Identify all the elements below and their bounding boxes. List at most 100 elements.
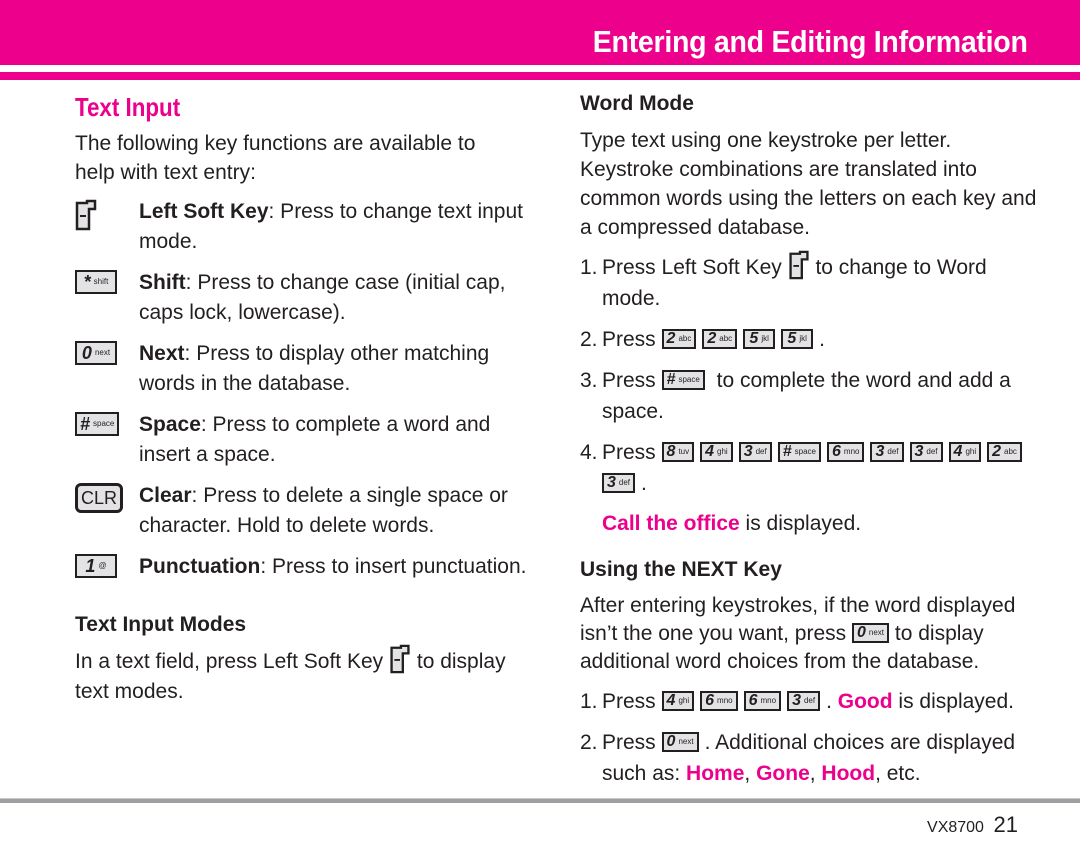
key-letters: jkl bbox=[761, 333, 769, 343]
key-row-shift: * shift Shift: Press to change case (init… bbox=[75, 268, 535, 328]
key-letters: def bbox=[887, 446, 899, 456]
page-number: 21 bbox=[993, 812, 1018, 837]
keypad-key-2-icon: 2 abc bbox=[661, 328, 697, 349]
key-digit: 5 bbox=[787, 329, 797, 347]
key-letters: ghi bbox=[678, 695, 690, 705]
key-letters: space bbox=[678, 374, 700, 384]
key-digit: 2 bbox=[707, 329, 717, 347]
key-digit: 3 bbox=[743, 442, 753, 460]
next-key-icon: 0 next bbox=[75, 341, 117, 365]
key-row-punctuation: 1 @ Punctuation: Press to insert punctuat… bbox=[75, 552, 535, 582]
keypad-key-pound-icon: # space bbox=[661, 369, 705, 390]
key-digit: 3 bbox=[875, 442, 885, 460]
keypad-key-3-icon: 3 def bbox=[870, 441, 904, 462]
subsection-title-text-input-modes: Text Input Modes bbox=[75, 613, 247, 636]
keypad-key-3-icon: 3 def bbox=[787, 690, 821, 711]
key-letters: ghi bbox=[965, 446, 977, 456]
key-digit: 3 bbox=[914, 442, 924, 460]
left-column: Text Input The following key functions a… bbox=[75, 88, 535, 706]
word-mode-steps: 1. Press Left Soft Key to change to Word… bbox=[580, 251, 1040, 499]
keypad-key-5-icon: 5 jkl bbox=[781, 328, 814, 349]
key-digit: 6 bbox=[705, 691, 715, 709]
key-row-space: # space Space: Press to complete a word a… bbox=[75, 410, 535, 470]
subsection-title-word-mode: Word Mode bbox=[580, 92, 694, 115]
step-1: 1. Press Left Soft Key to change to Word… bbox=[580, 251, 1040, 314]
key-letters: space bbox=[794, 446, 816, 456]
punctuation-key-icon: 1 @ bbox=[75, 554, 117, 578]
next-step-1: 1. Press 4 ghi 6 mno 6 mno 3 def. Good is displ… bbox=[580, 690, 1014, 714]
key-digit: 2 bbox=[992, 442, 1002, 460]
keypad-key-2-icon: 2 abc bbox=[702, 328, 738, 349]
keypad-key-4-icon: 4 ghi bbox=[700, 441, 733, 462]
key-letters: next bbox=[678, 736, 694, 746]
key-digit: 8 bbox=[666, 442, 676, 460]
key-digit: 4 bbox=[666, 691, 676, 709]
clear-key-icon: CLR bbox=[75, 483, 124, 513]
header-stripe bbox=[0, 72, 1080, 80]
key-digit: 3 bbox=[792, 691, 801, 709]
subsection-title-next-key: Using the NEXT Key bbox=[580, 558, 782, 582]
keypad-key-pound-icon: # space bbox=[777, 441, 821, 462]
key-digit: 4 bbox=[705, 442, 715, 460]
key-digit: 5 bbox=[749, 329, 759, 347]
key-letters: def bbox=[755, 446, 767, 456]
key-digit: 6 bbox=[832, 442, 841, 460]
text-input-modes-text: In a text field, press Left Soft Key to … bbox=[75, 645, 535, 706]
keypad-key-6-icon: 6 mno bbox=[700, 690, 738, 711]
keypad-key-2-icon: 2 abc bbox=[987, 441, 1022, 462]
keypad-key-5-icon: 5 jkl bbox=[743, 328, 776, 349]
key-row-left-soft-key: Left Soft Key: Press to change text inpu… bbox=[75, 197, 535, 257]
key-letters: def bbox=[803, 695, 816, 705]
keypad-key-3-icon: 3 def bbox=[909, 441, 943, 462]
key-letters: def bbox=[618, 477, 631, 487]
key-letters: mno bbox=[717, 695, 733, 705]
model-name: VX8700 bbox=[927, 819, 984, 836]
key-letters: def bbox=[926, 446, 938, 456]
header-band: Entering and Editing Information bbox=[0, 0, 1080, 65]
keypad-key-8-icon: 8 tuv bbox=[661, 441, 695, 462]
key-sequence: 4 ghi 6 mno 6 mno 3 def bbox=[661, 690, 827, 713]
keypad-key-3-icon: 3 def bbox=[738, 441, 772, 462]
next-key-steps: 1. Press 4 ghi 6 mno 6 mno 3 def. Good is displ… bbox=[580, 686, 1040, 789]
step-3: 3. Press # space to complete the word and… bbox=[580, 369, 1011, 424]
step-2: 2. Press 2 abc 2 abc 5 jkl 5 jkl. bbox=[580, 328, 825, 352]
keypad-key-0-icon: 0 next bbox=[661, 731, 699, 752]
right-column: Word Mode Type text using one keystroke … bbox=[580, 88, 1040, 799]
key-letters: jkl bbox=[799, 333, 807, 343]
key-row-clear: CLR Clear: Press to delete a single spac… bbox=[75, 481, 535, 541]
page-title: Entering and Editing Information bbox=[593, 24, 1028, 59]
key-digit: # bbox=[782, 442, 792, 460]
intro-text: The following key functions are availabl… bbox=[75, 132, 476, 184]
key-digit: 4 bbox=[953, 442, 963, 460]
key-digit: 6 bbox=[748, 691, 758, 709]
keypad-key-4-icon: 4 ghi bbox=[661, 690, 695, 711]
result-text: Call the office is displayed. bbox=[602, 512, 862, 536]
step-4: 4. Press 8 tuv 4 ghi 3 def # space 6 mno 3 def 3 def 4… bbox=[580, 437, 1040, 499]
key-sequence: 0 next bbox=[661, 731, 705, 754]
space-key-icon: # space bbox=[75, 412, 120, 436]
key-digit: 0 bbox=[666, 732, 676, 750]
next-key-icon: 0 next bbox=[852, 622, 890, 643]
left-soft-key-icon bbox=[75, 199, 97, 240]
key-digit: 3 bbox=[607, 473, 616, 491]
key-letters: mno bbox=[760, 695, 777, 705]
keypad-key-6-icon: 6 mno bbox=[827, 441, 865, 462]
key-letters: ghi bbox=[717, 446, 728, 456]
key-letters: tuv bbox=[678, 446, 690, 456]
key-sequence: 8 tuv 4 ghi 3 def # space 6 mno 3 def 3 def 4 ghi 2 abc 3 d… bbox=[602, 441, 1028, 495]
word-mode-text: Type text using one keystroke per letter… bbox=[580, 129, 1037, 239]
key-digit: 2 bbox=[666, 329, 676, 347]
key-sequence: 2 abc 2 abc 5 jkl 5 jkl bbox=[661, 328, 820, 351]
key-letters: mno bbox=[843, 446, 860, 456]
next-step-2: 2. Press 0 next. Additional choices are d… bbox=[580, 731, 1016, 786]
left-soft-key-icon bbox=[789, 251, 809, 280]
footer: VX8700 21 bbox=[927, 812, 1018, 838]
keypad-key-6-icon: 6 mno bbox=[743, 690, 782, 711]
key-letters: abc bbox=[1004, 446, 1017, 456]
key-digit: # bbox=[666, 370, 676, 388]
left-soft-key-icon bbox=[390, 645, 410, 674]
section-title-text-input: Text Input bbox=[75, 92, 181, 122]
shift-key-icon: * shift bbox=[75, 270, 117, 294]
next-key-text: After entering keystrokes, if the word d… bbox=[580, 594, 1016, 674]
key-row-next: 0 next Next: Press to display other match… bbox=[75, 339, 535, 399]
